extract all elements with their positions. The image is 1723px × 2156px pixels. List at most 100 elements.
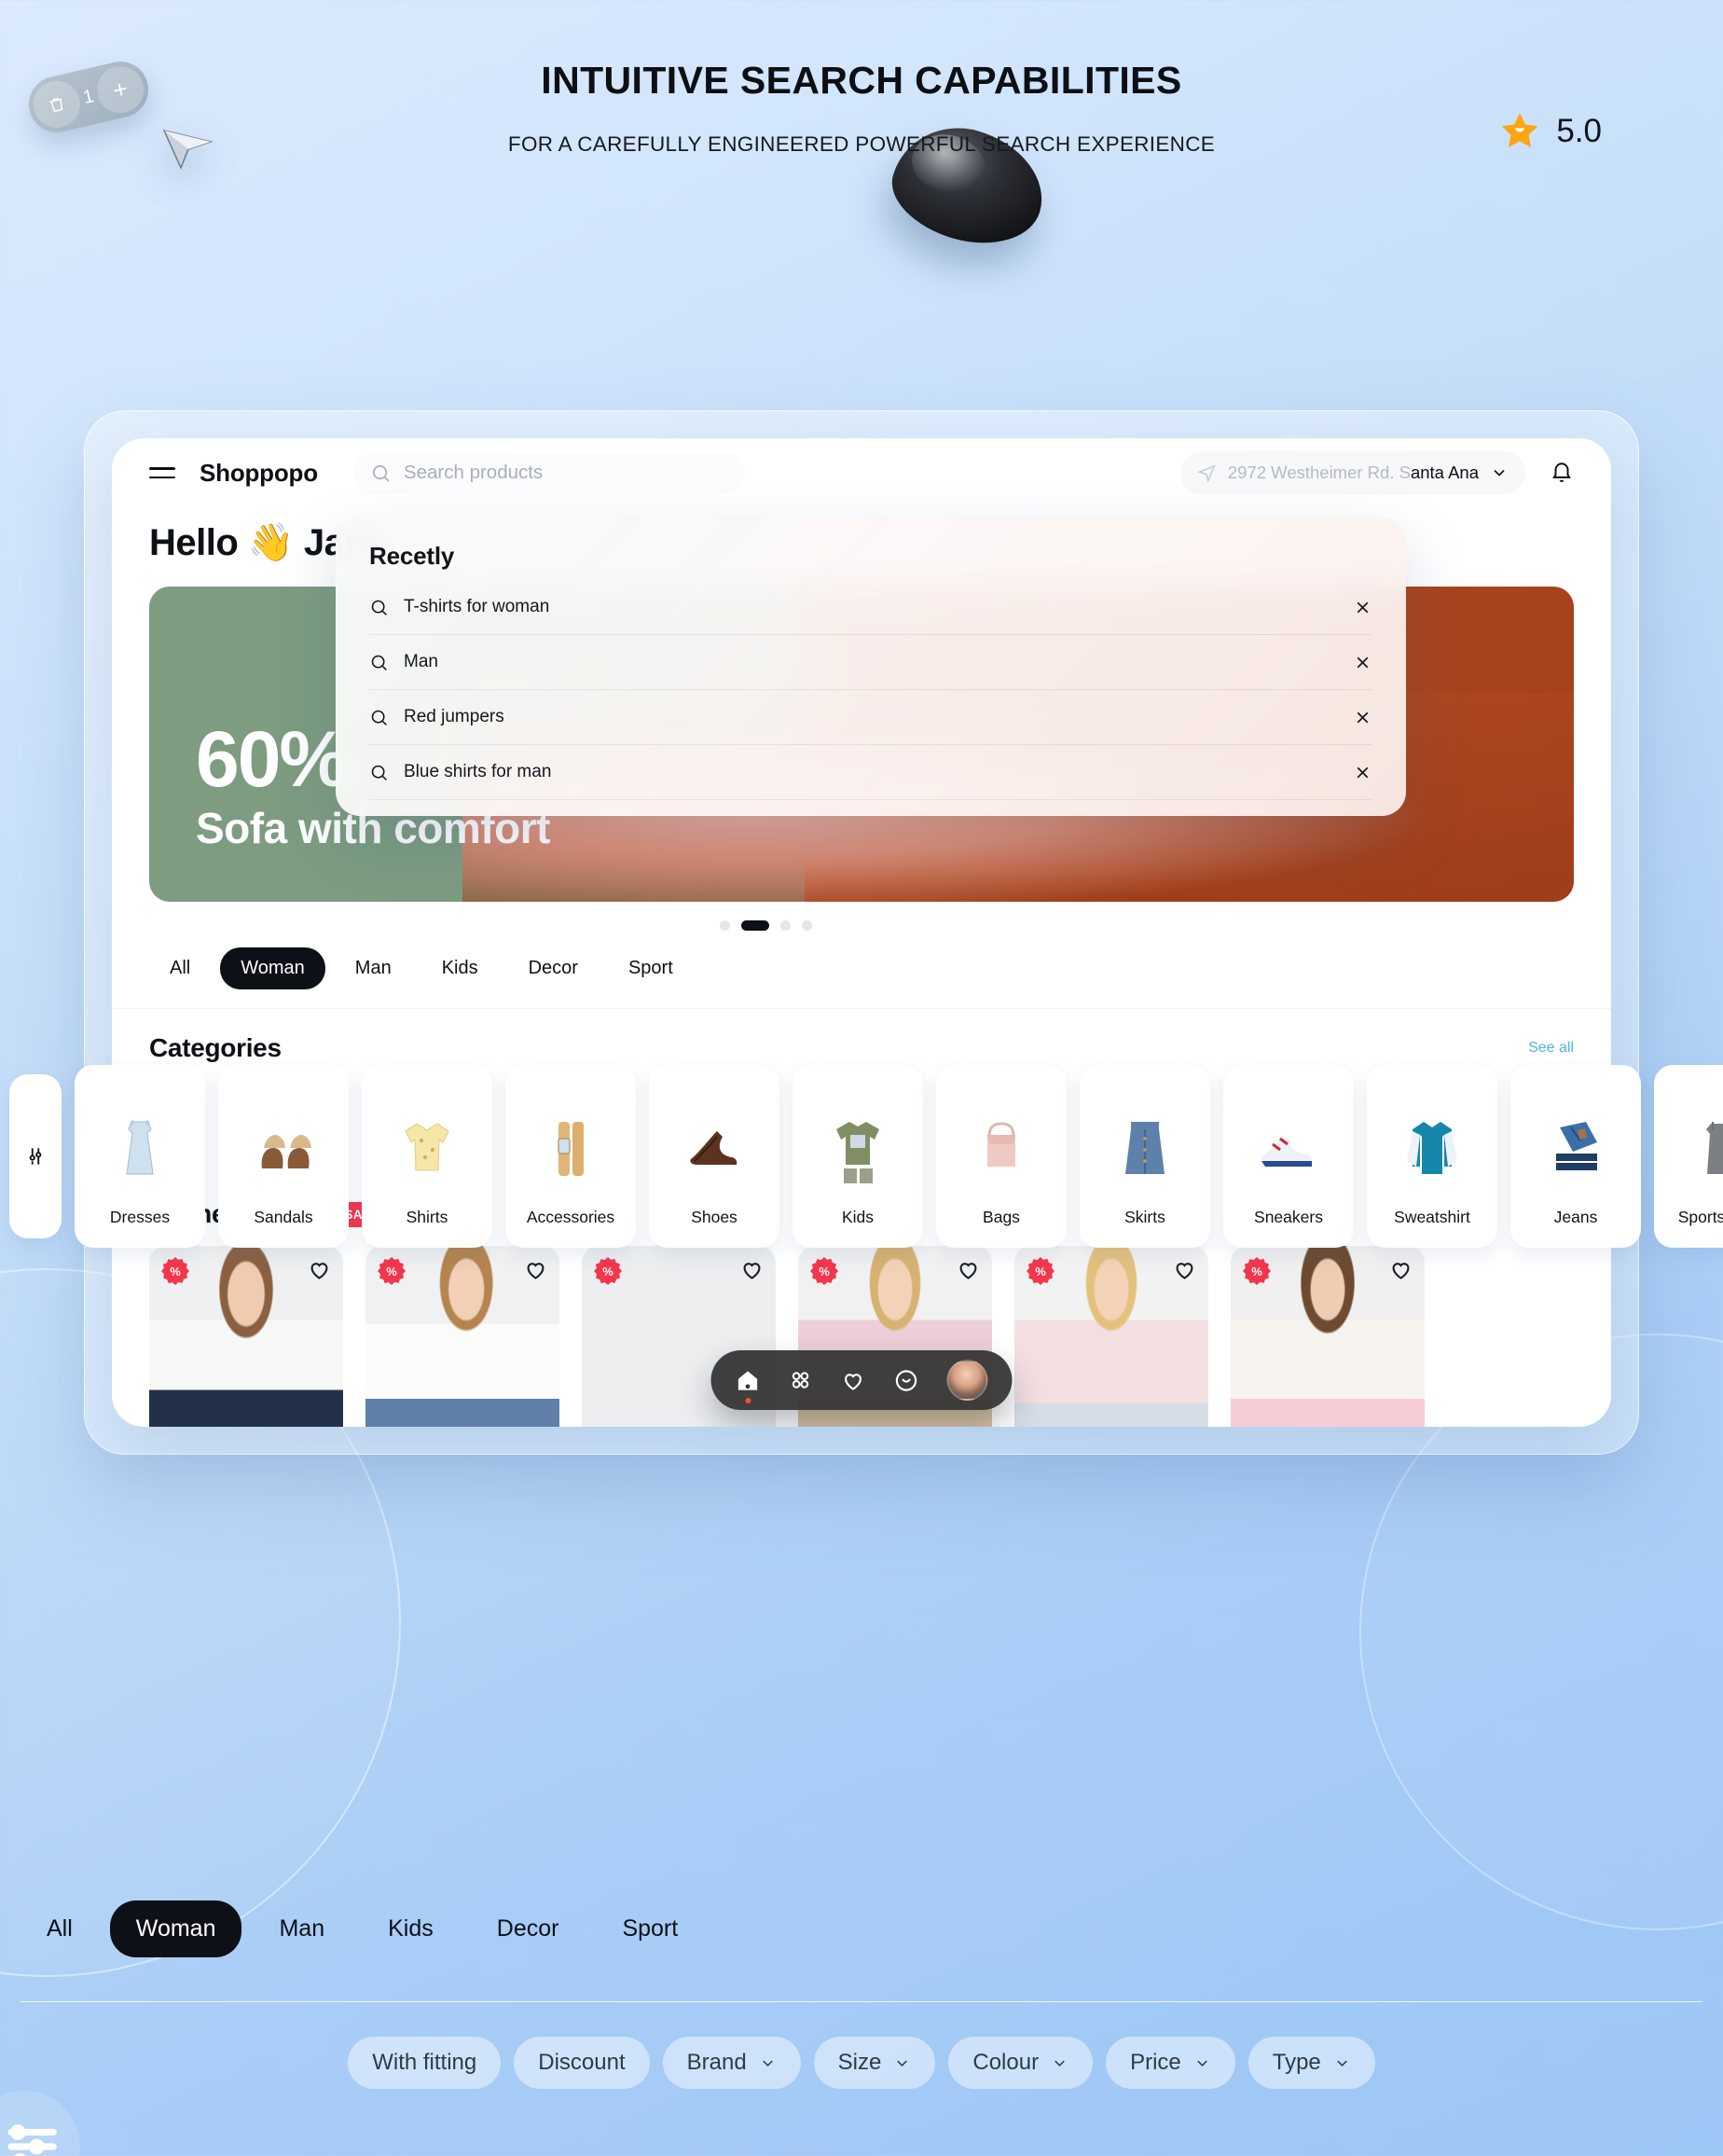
percent-badge-icon: % [161, 1257, 189, 1285]
percent-badge-icon: % [378, 1257, 406, 1285]
tab-kids[interactable]: Kids [421, 947, 499, 989]
jeans-icon [1533, 1105, 1619, 1195]
dock-item-home[interactable] [736, 1368, 761, 1403]
app-logo[interactable]: Shoppopo [200, 459, 318, 488]
outer-tab-sport[interactable]: Sport [596, 1900, 704, 1957]
filter-chip-price[interactable]: Price [1106, 2037, 1235, 2089]
tab-sport[interactable]: Sport [608, 947, 694, 989]
filter-chip-with-fitting[interactable]: With fitting [348, 2037, 502, 2089]
tab-decor[interactable]: Decor [508, 947, 599, 989]
tab-woman[interactable]: Woman [220, 947, 325, 989]
category-card-accessories[interactable]: Accessories [505, 1065, 636, 1248]
filter-chip-type[interactable]: Type [1247, 2037, 1375, 2089]
heart-icon[interactable] [523, 1257, 548, 1282]
search-input[interactable] [403, 462, 728, 484]
filter-chip-label: With fitting [372, 2050, 477, 2075]
categories-filter-button[interactable] [9, 1074, 62, 1238]
sliders-icon [7, 2124, 57, 2156]
page-subtitle: FOR A CAREFULLY ENGINEERED POWERFUL SEAR… [507, 132, 1216, 157]
product-card[interactable]: % Gulyen Djenfeer 4.5 $23.00 [365, 1246, 559, 1427]
category-card-sneakers[interactable]: Sneakers [1223, 1065, 1354, 1248]
product-card[interactable]: % Gulyen Djenfeer 4.5 $44.00 [1231, 1246, 1425, 1427]
chevron-down-icon [1333, 2054, 1351, 2072]
product-card[interactable]: % White Love Republic 4.5 $55.00 [1014, 1246, 1208, 1427]
category-label: Sweatshirt [1394, 1208, 1470, 1226]
recent-searches-popup: Recetly T-shirts for woman Man Red jumpe… [336, 518, 1406, 816]
hamburger-icon[interactable] [149, 466, 175, 479]
avatar[interactable] [946, 1360, 988, 1401]
carousel-dot[interactable] [720, 920, 730, 931]
topbar-right-group: 2972 Westheimer Rd. Santa Ana [1179, 451, 1574, 494]
outer-category-tabs: All Woman Man Kids Decor Sport [21, 1900, 704, 1957]
recent-search-row[interactable]: T-shirts for woman [369, 580, 1372, 635]
category-card-sportswear[interactable]: Sportswear [1654, 1065, 1723, 1248]
category-card-jeans[interactable]: Jeans [1510, 1065, 1641, 1248]
category-card-kids[interactable]: Kids [793, 1065, 923, 1248]
tab-man[interactable]: Man [335, 947, 412, 989]
filter-chip-discount[interactable]: Discount [514, 2037, 650, 2089]
category-card-sweatshirt[interactable]: Sweatshirt [1367, 1065, 1497, 1248]
rating-block: 5.0 [1498, 110, 1602, 153]
search-box[interactable] [352, 451, 745, 494]
chevron-down-icon [1193, 2054, 1211, 2072]
category-card-shoes[interactable]: Shoes [649, 1065, 779, 1248]
outer-tab-decor[interactable]: Decor [471, 1900, 586, 1957]
category-card-sandals[interactable]: Sandals [218, 1065, 349, 1248]
outer-tab-all[interactable]: All [21, 1900, 99, 1957]
svg-text:%: % [1035, 1265, 1046, 1278]
shirt-icon [384, 1105, 470, 1195]
categories-title: Categories [149, 1033, 282, 1062]
carousel-dot[interactable] [802, 920, 812, 931]
heart-icon[interactable] [307, 1257, 332, 1282]
bell-icon[interactable] [1550, 461, 1574, 485]
floating-filter-button[interactable] [0, 2091, 80, 2156]
categories-section-header: Categories See all [112, 1009, 1611, 1063]
category-card-shirts[interactable]: Shirts [362, 1065, 492, 1248]
recent-search-row[interactable]: Red jumpers [369, 690, 1372, 745]
categories-see-all-link[interactable]: See all [1528, 1040, 1574, 1057]
close-icon[interactable] [1353, 708, 1372, 727]
category-card-skirts[interactable]: Skirts [1080, 1065, 1210, 1248]
category-card-dresses[interactable]: Dresses [75, 1065, 205, 1248]
dock-item-orders[interactable] [894, 1368, 919, 1393]
outer-tab-man[interactable]: Man [253, 1900, 351, 1957]
heart-icon[interactable] [739, 1257, 765, 1282]
heart-icon[interactable] [1172, 1257, 1197, 1282]
percent-badge-icon: % [1027, 1257, 1054, 1285]
svg-text:%: % [386, 1265, 397, 1278]
banner-carousel-dots[interactable] [112, 902, 1611, 931]
sliders-icon [29, 1148, 42, 1165]
location-selector[interactable]: 2972 Westheimer Rd. Santa Ana [1179, 451, 1525, 494]
filter-chip-colour[interactable]: Colour [948, 2037, 1094, 2089]
heart-icon [845, 1373, 862, 1390]
location-address: 2972 Westheimer Rd. Santa Ana [1228, 463, 1479, 483]
filter-chip-label: Discount [538, 2050, 626, 2075]
heart-icon[interactable] [1388, 1257, 1413, 1282]
category-card-bags[interactable]: Bags [936, 1065, 1067, 1248]
heart-icon[interactable] [956, 1257, 981, 1282]
chevron-down-icon[interactable] [1490, 463, 1509, 482]
outer-tab-woman[interactable]: Woman [109, 1900, 242, 1957]
filter-chip-label: Size [837, 2050, 882, 2075]
tab-all[interactable]: All [149, 947, 211, 989]
sandal-icon [241, 1105, 326, 1195]
close-icon[interactable] [1353, 763, 1372, 782]
outer-tab-kids[interactable]: Kids [362, 1900, 460, 1957]
recent-search-row[interactable]: Blue shirts for man [369, 745, 1372, 800]
filter-chip-size[interactable]: Size [813, 2037, 936, 2089]
close-icon[interactable] [1353, 598, 1372, 617]
filter-chip-label: Brand [686, 2050, 747, 2075]
active-indicator-dot [745, 1397, 751, 1403]
recent-search-row[interactable]: Man [369, 635, 1372, 690]
hero-heading-block: INTUITIVE SEARCH CAPABILITIES FOR A CARE… [0, 59, 1723, 159]
dock-item-catalog[interactable] [789, 1368, 813, 1392]
carousel-dot[interactable] [780, 920, 791, 931]
product-image: % [365, 1246, 559, 1427]
close-icon[interactable] [1353, 653, 1372, 672]
filter-chip-brand[interactable]: Brand [662, 2037, 801, 2089]
carousel-dot-active[interactable] [741, 920, 769, 931]
product-card[interactable]: % White Love Republic 4.5 $45.00 [149, 1246, 343, 1427]
kids-tshirt-icon [815, 1105, 901, 1195]
dock-item-favorites[interactable] [841, 1368, 866, 1393]
recent-search-text: T-shirts for woman [404, 597, 550, 616]
